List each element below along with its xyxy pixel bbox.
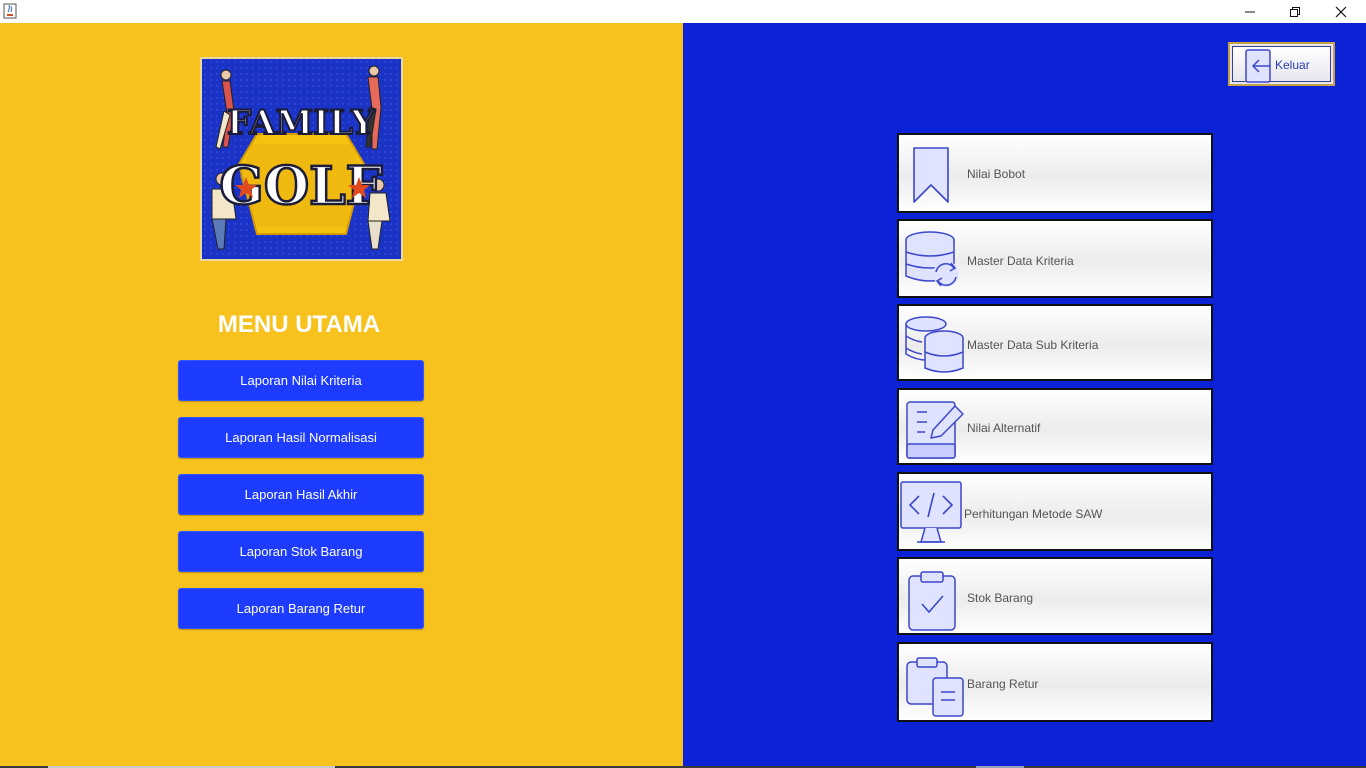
master-data-kriteria-button[interactable]: Master Data Kriteria	[897, 219, 1213, 298]
bookmark-icon	[911, 145, 951, 210]
exit-label: Keluar	[1275, 58, 1310, 72]
nilai-bobot-button[interactable]: Nilai Bobot	[897, 133, 1213, 213]
barang-retur-button[interactable]: Barang Retur	[897, 642, 1213, 722]
stok-barang-button[interactable]: Stok Barang	[897, 557, 1213, 635]
report-hasil-akhir-button[interactable]: Laporan Hasil Akhir	[178, 474, 424, 515]
close-icon	[1335, 6, 1347, 17]
svg-text:FAMILY: FAMILY	[227, 103, 376, 143]
report-barang-retur-button[interactable]: Laporan Barang Retur	[178, 588, 424, 629]
report-hasil-normalisasi-button[interactable]: Laporan Hasil Normalisasi	[178, 417, 424, 458]
minimize-button[interactable]	[1227, 0, 1273, 23]
barang-retur-label: Barang Retur	[967, 677, 1039, 691]
perhitungan-metode-saw-label: Perhitungan Metode SAW	[964, 507, 1103, 521]
exit-button[interactable]: Keluar	[1228, 42, 1335, 86]
restore-button[interactable]	[1272, 0, 1318, 23]
nilai-bobot-label: Nilai Bobot	[967, 167, 1026, 181]
database-stack-icon	[904, 314, 966, 381]
master-data-kriteria-label: Master Data Kriteria	[967, 254, 1074, 268]
master-data-sub-kriteria-label: Master Data Sub Kriteria	[967, 338, 1099, 352]
clipboard-check-icon	[907, 570, 961, 637]
edit-document-icon	[905, 400, 967, 467]
clipboard-copy-icon	[905, 656, 967, 723]
report-nilai-kriteria-button[interactable]: Laporan Nilai Kriteria	[178, 360, 424, 401]
report-stok-barang-button[interactable]: Laporan Stok Barang	[178, 531, 424, 572]
family-golf-logo: FAMILY GOLF	[200, 57, 403, 261]
title-bar	[0, 0, 1366, 23]
nilai-alternatif-label: Nilai Alternatif	[967, 421, 1041, 435]
minimize-icon	[1245, 11, 1255, 12]
nilai-alternatif-button[interactable]: Nilai Alternatif	[897, 388, 1213, 465]
code-monitor-icon	[899, 480, 963, 549]
restore-icon	[1290, 6, 1300, 17]
perhitungan-metode-saw-button[interactable]: Perhitungan Metode SAW	[897, 472, 1213, 551]
database-sync-icon	[904, 230, 964, 295]
master-data-sub-kriteria-button[interactable]: Master Data Sub Kriteria	[897, 304, 1213, 381]
menu-title: MENU UTAMA	[217, 311, 381, 338]
stok-barang-label: Stok Barang	[967, 591, 1034, 605]
java-cup-icon[interactable]	[3, 3, 17, 19]
close-button[interactable]	[1318, 0, 1364, 23]
exit-icon	[1244, 48, 1274, 89]
